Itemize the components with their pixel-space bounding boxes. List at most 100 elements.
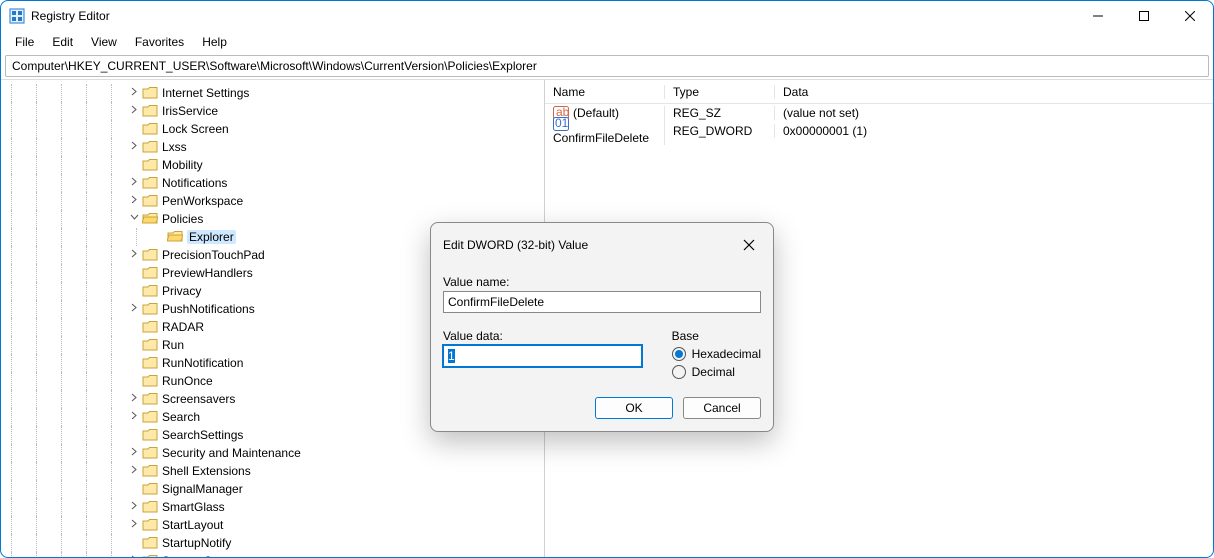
expand-icon[interactable] bbox=[128, 195, 140, 207]
folder-icon bbox=[142, 356, 158, 370]
tree-label: StorageSense bbox=[162, 554, 238, 557]
ok-button[interactable]: OK bbox=[595, 397, 673, 419]
folder-icon bbox=[142, 338, 158, 352]
expand-icon[interactable] bbox=[128, 411, 140, 423]
cancel-button[interactable]: Cancel bbox=[683, 397, 761, 419]
folder-icon bbox=[142, 410, 158, 424]
tree-label: SmartGlass bbox=[162, 500, 225, 514]
folder-icon bbox=[142, 482, 158, 496]
tree-item[interactable]: PenWorkspace bbox=[3, 192, 544, 210]
tree-label: Mobility bbox=[162, 158, 203, 172]
list-header: Name Type Data bbox=[545, 80, 1213, 104]
menu-file[interactable]: File bbox=[7, 33, 42, 51]
tree-item[interactable]: StorageSense bbox=[3, 552, 544, 557]
menu-view[interactable]: View bbox=[83, 33, 125, 51]
tree-label: RunOnce bbox=[162, 374, 213, 388]
value-name-label: Value name: bbox=[443, 275, 761, 289]
expand-icon[interactable] bbox=[128, 447, 140, 459]
tree-item[interactable]: Lxss bbox=[3, 138, 544, 156]
tree-label: Search bbox=[162, 410, 200, 424]
tree-label: Privacy bbox=[162, 284, 201, 298]
expand-icon[interactable] bbox=[128, 213, 140, 225]
folder-icon bbox=[142, 302, 158, 316]
tree-item[interactable]: Notifications bbox=[3, 174, 544, 192]
folder-icon bbox=[142, 320, 158, 334]
base-hex-option[interactable]: Hexadecimal bbox=[672, 347, 761, 361]
expand-icon[interactable] bbox=[128, 177, 140, 189]
tree-label: Lock Screen bbox=[162, 122, 229, 136]
value-name: ConfirmFileDelete bbox=[553, 131, 649, 145]
base-label: Base bbox=[672, 329, 761, 343]
tree-item[interactable]: IrisService bbox=[3, 102, 544, 120]
address-bar[interactable]: Computer\HKEY_CURRENT_USER\Software\Micr… bbox=[5, 55, 1209, 77]
col-name[interactable]: Name bbox=[545, 85, 665, 99]
expand-icon[interactable] bbox=[128, 87, 140, 99]
folder-icon bbox=[142, 500, 158, 514]
expand-icon[interactable] bbox=[128, 105, 140, 117]
minimize-button[interactable] bbox=[1075, 1, 1121, 31]
menu-help[interactable]: Help bbox=[194, 33, 235, 51]
folder-icon bbox=[142, 284, 158, 298]
tree-item[interactable]: SmartGlass bbox=[3, 498, 544, 516]
folder-icon bbox=[167, 230, 183, 244]
tree-label: Screensavers bbox=[162, 392, 235, 406]
menu-edit[interactable]: Edit bbox=[44, 33, 81, 51]
folder-icon bbox=[142, 248, 158, 262]
tree-label: Run bbox=[162, 338, 184, 352]
tree-item[interactable]: Security and Maintenance bbox=[3, 444, 544, 462]
value-row[interactable]: 011ConfirmFileDeleteREG_DWORD0x00000001 … bbox=[545, 122, 1213, 140]
value-name-input[interactable] bbox=[443, 291, 761, 313]
titlebar: Registry Editor bbox=[1, 1, 1213, 31]
expand-icon[interactable] bbox=[128, 141, 140, 153]
value-data-label: Value data: bbox=[443, 329, 642, 343]
folder-icon bbox=[142, 392, 158, 406]
tree-item[interactable]: StartLayout bbox=[3, 516, 544, 534]
tree-label: Explorer bbox=[187, 230, 236, 244]
tree-label: PushNotifications bbox=[162, 302, 255, 316]
folder-icon bbox=[142, 140, 158, 154]
expand-icon[interactable] bbox=[128, 501, 140, 513]
tree-item[interactable]: Lock Screen bbox=[3, 120, 544, 138]
tree-label: PrecisionTouchPad bbox=[162, 248, 265, 262]
tree-item[interactable]: SignalManager bbox=[3, 480, 544, 498]
tree-item[interactable]: Shell Extensions bbox=[3, 462, 544, 480]
folder-icon bbox=[142, 374, 158, 388]
folder-icon bbox=[142, 446, 158, 460]
col-type[interactable]: Type bbox=[665, 85, 775, 99]
expand-icon[interactable] bbox=[128, 555, 140, 557]
value-data: 0x00000001 (1) bbox=[775, 124, 1213, 138]
tree-label: RunNotification bbox=[162, 356, 243, 370]
tree-label: RADAR bbox=[162, 320, 204, 334]
tree-label: Internet Settings bbox=[162, 86, 249, 100]
svg-text:011: 011 bbox=[555, 117, 569, 130]
dialog-close-button[interactable] bbox=[737, 233, 761, 257]
folder-icon bbox=[142, 158, 158, 172]
folder-icon bbox=[142, 518, 158, 532]
tree-label: Security and Maintenance bbox=[162, 446, 301, 460]
binary-value-icon: 011 bbox=[553, 117, 569, 131]
tree-item[interactable]: Internet Settings bbox=[3, 84, 544, 102]
menu-favorites[interactable]: Favorites bbox=[127, 33, 192, 51]
expand-icon[interactable] bbox=[128, 249, 140, 261]
expand-icon[interactable] bbox=[128, 303, 140, 315]
folder-icon bbox=[142, 464, 158, 478]
tree-label: IrisService bbox=[162, 104, 218, 118]
tree-label: SearchSettings bbox=[162, 428, 243, 442]
col-data[interactable]: Data bbox=[775, 85, 1213, 99]
tree-label: StartupNotify bbox=[162, 536, 231, 550]
tree-item[interactable]: Mobility bbox=[3, 156, 544, 174]
base-dec-option[interactable]: Decimal bbox=[672, 365, 761, 379]
expand-icon[interactable] bbox=[128, 393, 140, 405]
tree-label: PreviewHandlers bbox=[162, 266, 253, 280]
close-button[interactable] bbox=[1167, 1, 1213, 31]
maximize-button[interactable] bbox=[1121, 1, 1167, 31]
menubar: File Edit View Favorites Help bbox=[1, 31, 1213, 53]
folder-icon bbox=[142, 212, 158, 226]
radio-unchecked-icon bbox=[672, 365, 686, 379]
expand-icon[interactable] bbox=[128, 519, 140, 531]
folder-icon bbox=[142, 266, 158, 280]
value-data-input[interactable]: 1 bbox=[443, 345, 642, 367]
tree-item[interactable]: StartupNotify bbox=[3, 534, 544, 552]
expand-icon[interactable] bbox=[128, 465, 140, 477]
folder-icon bbox=[142, 176, 158, 190]
